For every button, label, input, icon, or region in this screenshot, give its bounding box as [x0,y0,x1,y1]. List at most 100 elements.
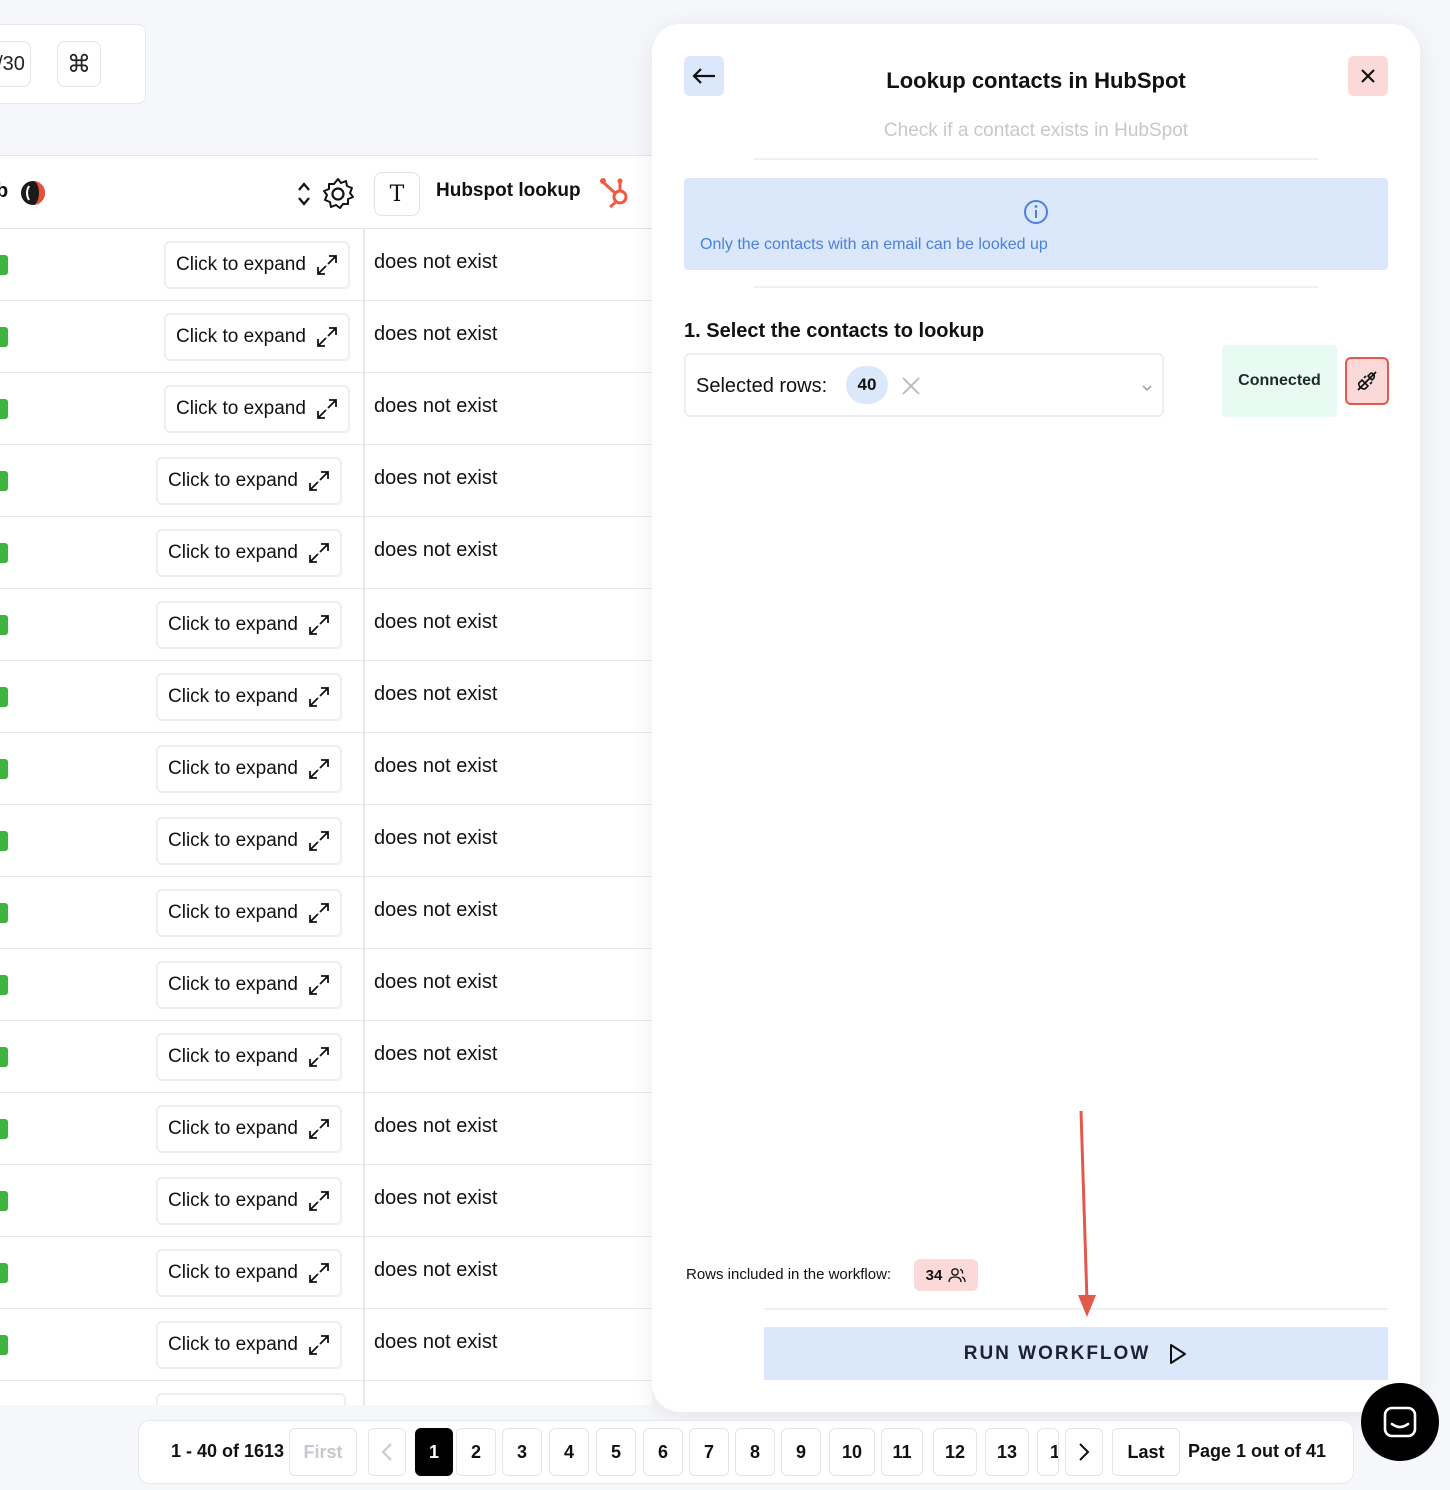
row-count-chip[interactable]: /30 [0,41,31,87]
page-4-button[interactable]: 4 [549,1428,589,1476]
expand-cell-button[interactable]: Click to expand [156,745,342,793]
status-indicator [0,687,8,707]
last-page-button[interactable]: Last [1112,1428,1180,1476]
command-button[interactable]: ⌘ [57,41,101,87]
page-1-button[interactable]: 1 [415,1428,453,1476]
expand-label: Click to expand [168,686,298,707]
expand-label: Click to expand [168,470,298,491]
expand-cell-button[interactable]: Click to expand [156,1321,342,1369]
expand-icon [309,687,329,707]
lookup-result-cell[interactable]: does not exist [374,755,497,778]
table-row: Click to expand does not exist [0,1165,652,1237]
expand-cell-button[interactable]: Click to expand [156,1177,342,1225]
lookup-result-cell[interactable]: does not exist [374,539,497,562]
expand-icon [309,903,329,923]
chat-icon [1383,1406,1417,1438]
page-5-button[interactable]: 5 [596,1428,636,1476]
lookup-result-cell[interactable]: does not exist [374,1115,497,1138]
disconnect-button[interactable] [1345,357,1389,405]
expand-cell-button[interactable]: Click to expand [156,601,342,649]
table-row: Click to expand does not exist [0,301,652,373]
users-icon [948,1268,966,1283]
status-indicator [0,471,8,491]
lookup-result-cell[interactable]: does not exist [374,1187,497,1210]
status-indicator [0,1191,8,1211]
lookup-result-cell[interactable]: does not exist [374,971,497,994]
status-indicator [0,1263,8,1283]
first-page-button[interactable]: First [289,1428,357,1476]
divider [754,158,1318,160]
page-9-button[interactable]: 9 [781,1428,821,1476]
lookup-result-cell[interactable]: does not exist [374,323,497,346]
expand-icon [309,1263,329,1283]
lookup-result-cell[interactable]: does not exist [374,1259,497,1282]
close-button[interactable] [1348,56,1388,96]
table-row: Click to expand does not exist [0,805,652,877]
expand-cell-button[interactable] [156,1393,346,1405]
expand-cell-button[interactable]: Click to expand [156,961,342,1009]
expand-cell-button[interactable]: Click to expand [164,313,350,361]
lookup-result-cell[interactable]: does not exist [374,467,497,490]
status-indicator [0,327,8,347]
expand-cell-button[interactable]: Click to expand [156,457,342,505]
page-3-button[interactable]: 3 [502,1428,542,1476]
expand-cell-button[interactable]: Click to expand [156,1033,342,1081]
expand-icon [317,255,337,275]
page-10-button[interactable]: 10 [829,1428,875,1476]
table-row: Click to expand does not exist [0,229,652,301]
lookup-result-cell[interactable]: does not exist [374,1043,497,1066]
sort-icon[interactable] [294,180,314,208]
table-row: Click to expand does not exist [0,661,652,733]
run-workflow-label: RUN WORKFLOW [963,1342,1151,1364]
table-row: Click to expand does not exist [0,1309,652,1381]
chevron-down-icon[interactable] [1140,381,1154,395]
info-callout: Only the contacts with an email can be l… [684,178,1388,270]
table-row: Click to expand does not exist [0,949,652,1021]
prev-page-button[interactable] [368,1428,406,1476]
column-type-badge[interactable]: T [374,172,420,216]
expand-label: Click to expand [168,1262,298,1283]
clear-icon[interactable] [900,375,922,397]
expand-cell-button[interactable]: Click to expand [164,385,350,433]
lookup-result-cell[interactable]: does not exist [374,1331,497,1354]
contacts-select[interactable]: Selected rows: 40 [684,353,1164,417]
chat-launcher-button[interactable] [1361,1383,1439,1461]
status-indicator [0,399,8,419]
lookup-result-cell[interactable]: does not exist [374,251,497,274]
run-workflow-button[interactable]: RUN WORKFLOW [764,1327,1388,1380]
expand-cell-button[interactable]: Click to expand [156,817,342,865]
chevron-left-icon [381,1443,392,1461]
page-7-button[interactable]: 7 [689,1428,729,1476]
expand-cell-button[interactable]: Click to expand [156,889,342,937]
next-page-button[interactable] [1065,1428,1103,1476]
page-12-button[interactable]: 12 [933,1428,977,1476]
rows-included-badge: 34 [914,1259,978,1291]
lookup-result-cell[interactable]: does not exist [374,899,497,922]
gear-icon[interactable] [320,176,356,212]
page-13-button[interactable]: 13 [985,1428,1029,1476]
page-11-button[interactable]: 11 [881,1428,923,1476]
page-6-button[interactable]: 6 [643,1428,683,1476]
expand-icon [309,975,329,995]
lookup-result-cell[interactable]: does not exist [374,611,497,634]
page-14-button[interactable]: 1 [1037,1428,1059,1476]
expand-cell-button[interactable]: Click to expand [164,241,350,289]
lookup-result-cell[interactable]: does not exist [374,683,497,706]
pagination-bar: 1 - 40 of 1613 First 123456789101112131 … [138,1420,1354,1484]
expand-cell-button[interactable]: Click to expand [156,1105,342,1153]
page-8-button[interactable]: 8 [735,1428,775,1476]
expand-icon [309,759,329,779]
expand-label: Click to expand [168,542,298,563]
play-icon [1170,1343,1187,1364]
status-indicator [0,1335,8,1355]
expand-cell-button[interactable]: Click to expand [156,673,342,721]
column-header-hubspot-lookup[interactable]: Hubspot lookup [436,180,581,202]
page-2-button[interactable]: 2 [456,1428,496,1476]
expand-label: Click to expand [176,254,306,275]
expand-cell-button[interactable]: Click to expand [156,529,342,577]
expand-label: Click to expand [168,902,298,923]
status-indicator [0,975,8,995]
lookup-result-cell[interactable]: does not exist [374,395,497,418]
expand-cell-button[interactable]: Click to expand [156,1249,342,1297]
lookup-result-cell[interactable]: does not exist [374,827,497,850]
